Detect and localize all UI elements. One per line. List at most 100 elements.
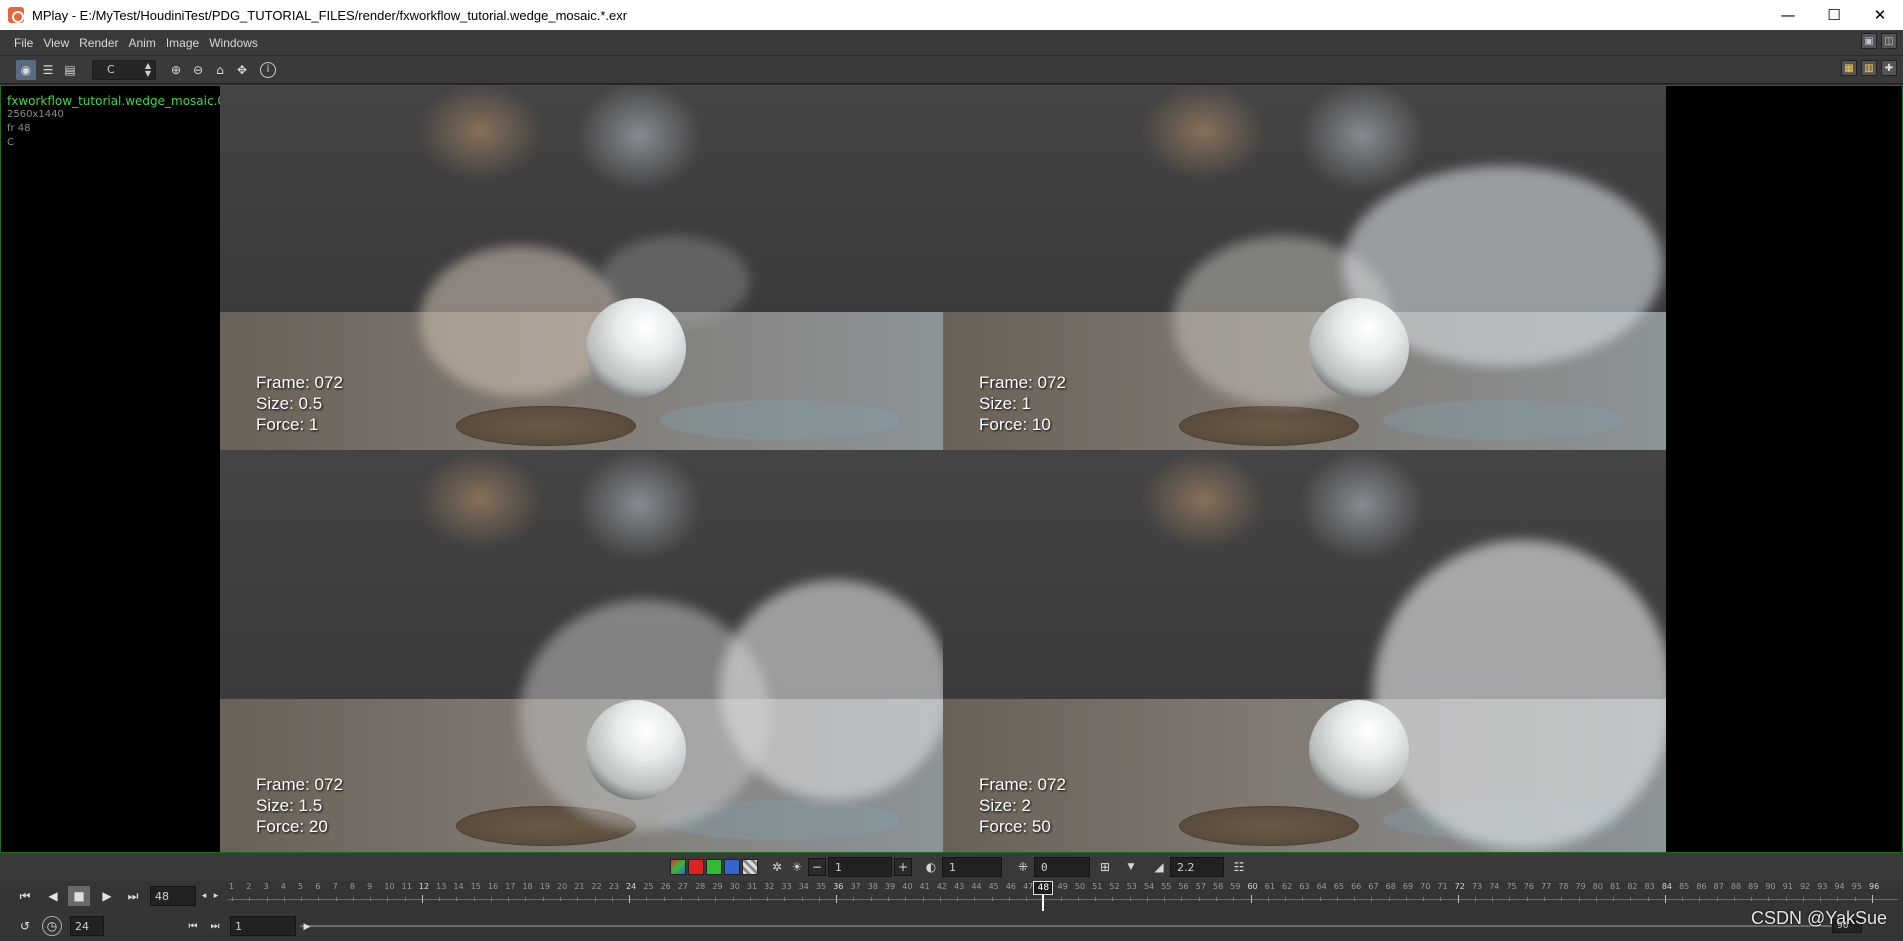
menu-image[interactable]: Image <box>166 36 199 50</box>
menu-render[interactable]: Render <box>79 36 118 50</box>
brightness-icon[interactable]: ☀ <box>788 858 806 876</box>
timeline-tick <box>525 897 527 901</box>
menu-file[interactable]: File <box>14 36 33 50</box>
pane-float-icon[interactable]: ◫ <box>1881 33 1897 49</box>
zoom-in-icon[interactable]: ⊕ <box>166 60 186 80</box>
lut-dropdown-icon[interactable]: ▼ <box>1122 858 1140 876</box>
timeline-tick-label: 61 <box>1264 882 1275 891</box>
timeline-tick <box>1095 897 1097 901</box>
layout-icon[interactable]: ☰ <box>38 60 58 80</box>
timeline-tick <box>1129 897 1131 901</box>
maximize-button[interactable]: ☐ <box>1811 0 1857 30</box>
step-back-icon[interactable]: ◂ <box>198 886 210 906</box>
brightness-field[interactable]: 1 <box>942 857 1002 877</box>
decrement-button[interactable]: − <box>808 858 826 876</box>
timeline-tick-label: 37 <box>850 882 861 891</box>
render-tile: Frame: 072 Size: 2 Force: 50 <box>943 450 1666 852</box>
timeline-tick-label: 68 <box>1385 882 1396 891</box>
timeline-tick <box>853 897 855 901</box>
display-icon[interactable]: ▤ <box>60 60 80 80</box>
timeline-tick-label: 93 <box>1817 882 1828 891</box>
timeline-tick-label: 44 <box>971 882 982 891</box>
jump-to-start-icon[interactable]: ⏮ <box>14 886 36 906</box>
timeline-tick <box>991 897 993 901</box>
range-start-icon[interactable]: ⏮ <box>182 916 204 936</box>
realtime-toggle-icon[interactable]: ↺ <box>14 916 36 936</box>
fps-field[interactable]: 24 <box>70 916 104 936</box>
range-handle-icon[interactable]: ▶ <box>296 917 318 937</box>
menu-windows[interactable]: Windows <box>209 36 258 50</box>
exposure-icon[interactable]: ✲ <box>768 858 786 876</box>
timeline-tick <box>888 897 889 901</box>
black-point-field[interactable]: 0 <box>1034 857 1090 877</box>
info-icon[interactable]: i <box>260 61 276 78</box>
zoom-out-icon[interactable]: ⊖ <box>188 60 208 80</box>
timeline-tick-label: 63 <box>1299 882 1310 891</box>
alpha-channel-icon[interactable] <box>742 859 758 875</box>
increment-button[interactable]: + <box>894 858 912 876</box>
render-mosaic: Frame: 072 Size: 0.5 Force: 1 Frame: 072… <box>220 86 1666 852</box>
red-channel-icon[interactable] <box>688 859 704 875</box>
range-slider[interactable] <box>300 925 1840 927</box>
timeline-tick-label: 65 <box>1333 882 1345 891</box>
timeline-tick-label: 86 <box>1696 882 1707 891</box>
tile-force: Force: 10 <box>979 415 1051 434</box>
green-channel-icon[interactable] <box>706 859 722 875</box>
timeline-tick-label: 41 <box>919 882 930 891</box>
blue-channel-icon[interactable] <box>724 859 740 875</box>
close-button[interactable]: ✕ <box>1857 0 1903 30</box>
timeline-tick-label: 16 <box>487 882 499 891</box>
timeline-tick <box>283 897 285 901</box>
timeline-tick <box>1405 897 1407 901</box>
contrast-icon[interactable]: ◐ <box>922 858 940 876</box>
menu-view[interactable]: View <box>43 36 69 50</box>
timeline-tick <box>370 897 372 901</box>
timeline-tick <box>646 897 648 901</box>
view-mode-icon[interactable]: ◉ <box>16 59 36 80</box>
timeline-tick-label: 71 <box>1437 882 1448 891</box>
black-point-icon[interactable]: ⁜ <box>1014 858 1032 876</box>
timeline-tick <box>1302 897 1304 901</box>
timeline-tick <box>1595 897 1597 901</box>
play-forward-icon[interactable]: ▶ <box>96 886 118 906</box>
jump-to-end-icon[interactable]: ⏭ <box>122 886 144 906</box>
gamma-field[interactable]: 2.2 <box>1170 857 1224 877</box>
current-frame-field[interactable]: 48 <box>150 886 196 906</box>
pane-layout-controls: ▣ ◫ <box>1861 33 1897 49</box>
range-start-field[interactable]: 1 <box>230 916 296 936</box>
home-icon[interactable]: ⌂ <box>210 60 230 80</box>
tile-view-icon[interactable]: ▦ <box>1841 60 1857 76</box>
range-end-icon[interactable]: ⏭ <box>204 916 226 936</box>
quad-view-icon[interactable]: ▥ <box>1861 60 1877 76</box>
rgb-channel-icon[interactable] <box>670 859 686 875</box>
color-menu-icon[interactable]: ☷ <box>1230 858 1248 876</box>
timeline-tick-label: 31 <box>746 882 758 891</box>
gamma-icon[interactable]: ◢ <box>1150 858 1168 876</box>
timeline-tick-label: 19 <box>539 882 550 891</box>
exposure-field[interactable]: 1 <box>828 857 892 877</box>
image-viewport[interactable]: fxworkflow_tutorial.wedge_mosaic.0072.ex… <box>0 85 1903 853</box>
timeline[interactable]: 1 2 3 4 5 6 7 8 9 10 11 12 13 14 15 16 17 18 19 20 21 22 23 24 2… <box>228 881 1898 911</box>
timeline-tick-label: 58 <box>1213 882 1224 891</box>
lut-icon[interactable]: ⊞ <box>1096 858 1114 876</box>
timeline-tick <box>1837 897 1839 901</box>
plane-select[interactable]: C ▲ ▼ <box>92 59 156 80</box>
fps-icon[interactable]: ◷ <box>42 916 62 936</box>
step-forward-icon[interactable]: ▸ <box>210 886 222 906</box>
timeline-tick <box>301 897 303 901</box>
frame-all-icon[interactable]: ✥ <box>232 60 252 80</box>
minimize-button[interactable]: — <box>1765 0 1811 30</box>
stop-icon[interactable]: ■ <box>68 886 90 906</box>
timeline-tick <box>1716 897 1718 901</box>
single-view-icon[interactable]: ✚ <box>1881 60 1897 76</box>
timeline-tick-label: 77 <box>1541 882 1552 891</box>
pane-split-icon[interactable]: ▣ <box>1861 33 1877 49</box>
menu-anim[interactable]: Anim <box>129 36 156 50</box>
playhead[interactable]: 48 <box>1033 881 1054 895</box>
timeline-tick <box>629 895 631 903</box>
timeline-tick <box>663 897 665 901</box>
floor-reflection <box>660 400 900 440</box>
timeline-tick-label: 75 <box>1506 882 1517 891</box>
timeline-tick <box>1457 895 1459 903</box>
play-reverse-icon[interactable]: ◀ <box>42 886 64 906</box>
